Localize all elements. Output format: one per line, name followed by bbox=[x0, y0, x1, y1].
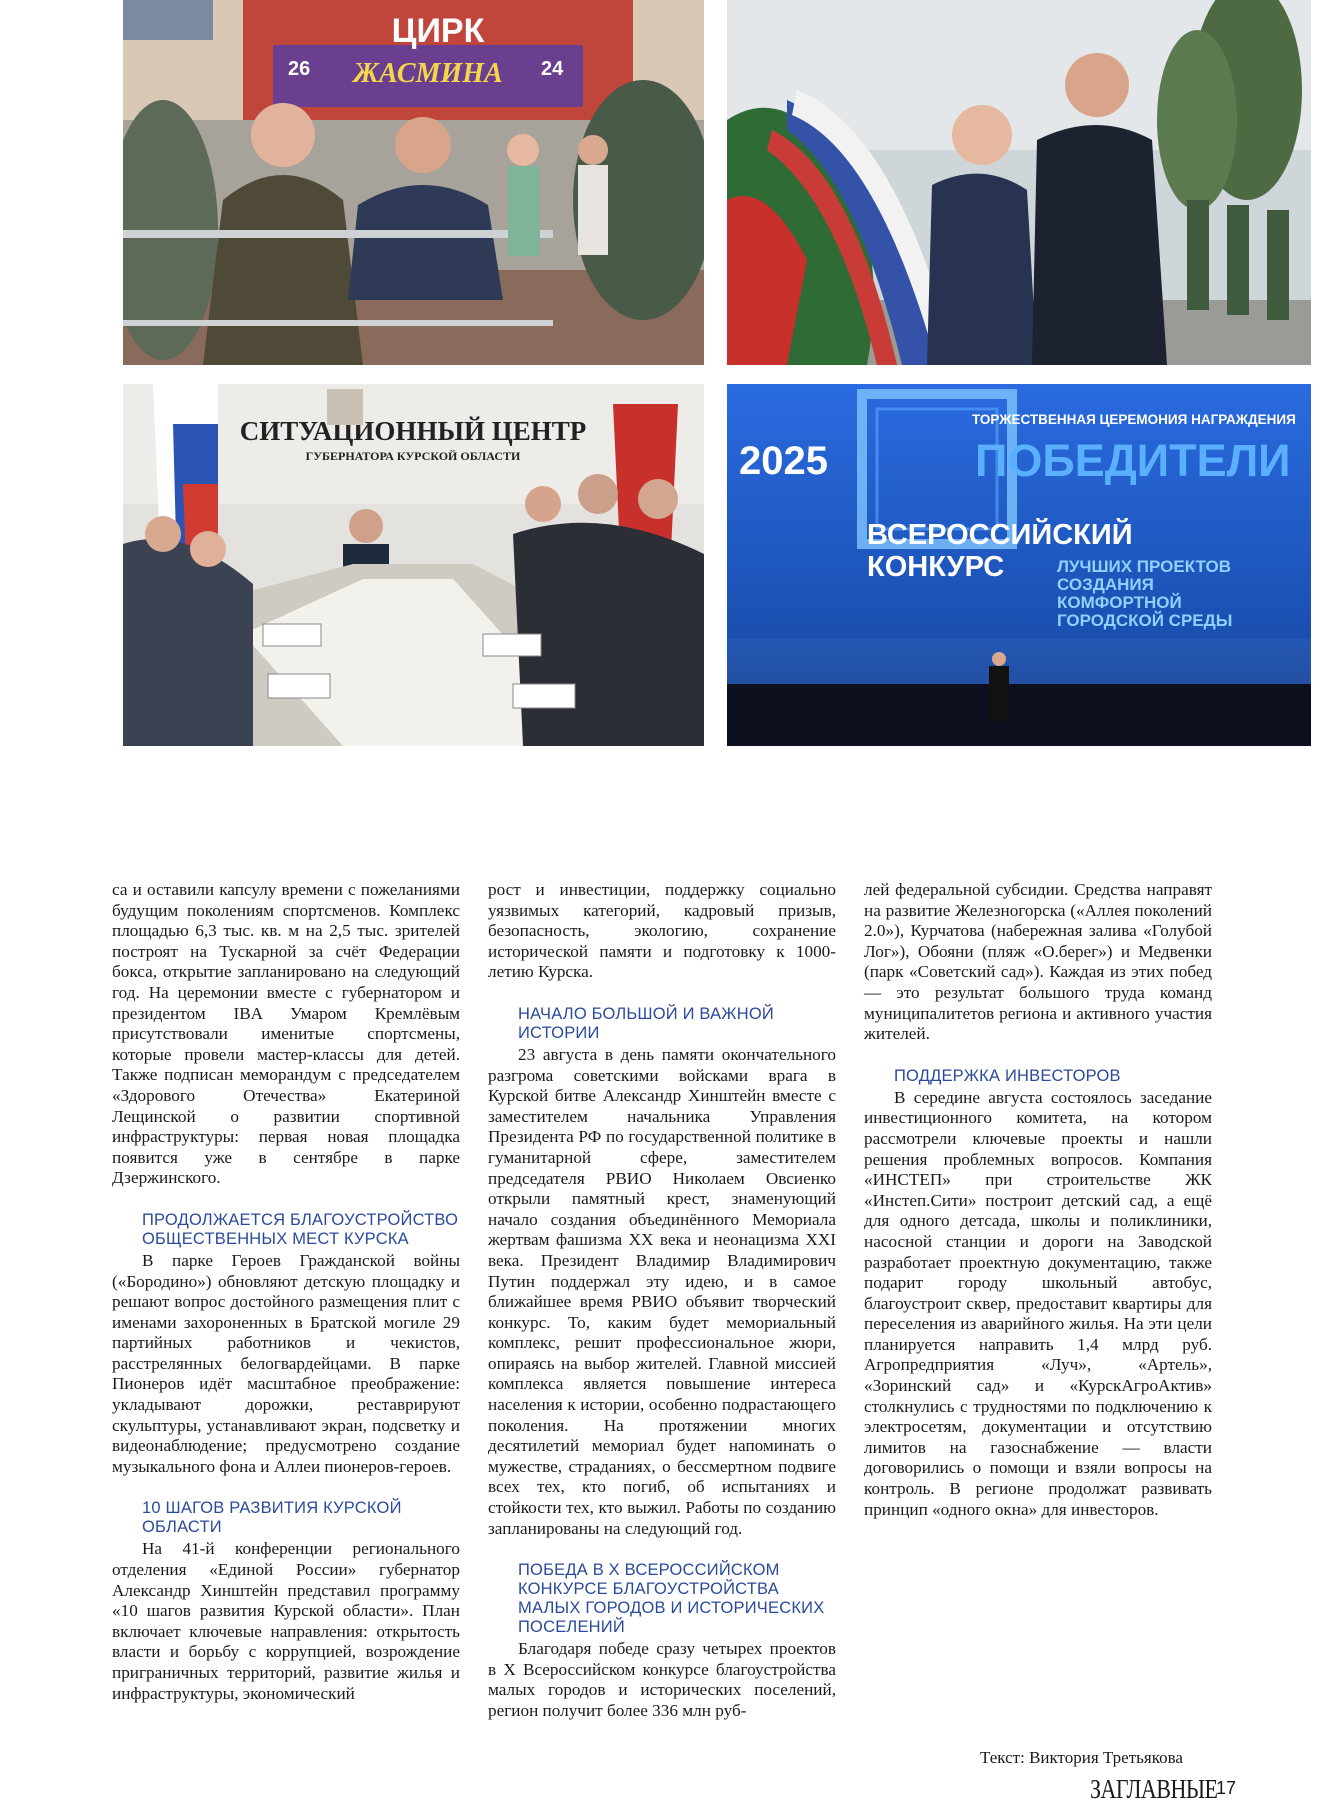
col3-paragraph-2: В середине августа состоялось заседание … bbox=[864, 1087, 1212, 1519]
col1-heading-improvement: Продолжается благоустройство общественны… bbox=[142, 1210, 459, 1248]
col2-paragraph-1: рост и инвестиции, поддержку социально у… bbox=[488, 880, 836, 982]
award-ceremony-label: ТОРЖЕСТВЕННАЯ ЦЕРЕМОНИЯ НАГРАЖДЕНИЯ bbox=[972, 412, 1296, 427]
col1-heading-10-steps: 10 шагов развития Курской области bbox=[142, 1499, 402, 1537]
col2-heading-contest: Победа в X Всероссийском конкурсе благоу… bbox=[518, 1561, 825, 1637]
col2-paragraph-3: Благодаря победе сразу четырех проектов … bbox=[488, 1639, 836, 1720]
article-column-2: рост и инвестиции, поддержку социально у… bbox=[488, 880, 836, 1722]
award-sub-line3: КОМФОРТНОЙ bbox=[1057, 593, 1182, 612]
award-contest-line2: КОНКУРС bbox=[867, 551, 1004, 583]
award-sub-line1: ЛУЧШИХ ПРОЕКТОВ bbox=[1057, 557, 1231, 576]
circus-sign: ЦИРК bbox=[392, 12, 485, 50]
award-contest-line1: ВСЕРОССИЙСКИЙ bbox=[867, 517, 1133, 551]
circus-banner-date-right: 24 bbox=[541, 58, 564, 80]
col1-paragraph-3: На 41-й конференции регионального отделе… bbox=[112, 1539, 460, 1703]
situation-center-title: СИТУАЦИОННЫЙ ЦЕНТР bbox=[240, 416, 586, 446]
photo-situation-center: СИТУАЦИОННЫЙ ЦЕНТР ГУБЕРНАТОРА КУРСКОЙ О… bbox=[123, 384, 704, 746]
author-byline: Текст: Виктория Третьякова bbox=[980, 1748, 1183, 1767]
article-column-1: са и оставили капсулу времени с пожелани… bbox=[112, 880, 460, 1704]
page-number: 17 bbox=[1216, 1778, 1237, 1798]
article-column-3: лей федеральной субсидии. Средства напра… bbox=[864, 880, 1212, 1520]
photo-circus-crowd: ЦИРК ЖАСМИНА 26 24 bbox=[123, 0, 704, 365]
col1-paragraph-1: са и оставили капсулу времени с пожелани… bbox=[112, 880, 460, 1188]
col3-paragraph-1: лей федеральной субсидии. Средства напра… bbox=[864, 880, 1212, 1044]
col2-heading-history: Начало большой и важной истории bbox=[518, 1004, 774, 1042]
col3-heading-investors: Поддержка инвесторов bbox=[894, 1066, 1121, 1085]
award-sub-line2: СОЗДАНИЯ bbox=[1057, 575, 1154, 594]
award-sub-line4: ГОРОДСКОЙ СРЕДЫ bbox=[1057, 611, 1232, 630]
magazine-masthead: ЗАГЛАВНЫЕ bbox=[1090, 1772, 1218, 1804]
photo-award-ceremony: ТОРЖЕСТВЕННАЯ ЦЕРЕМОНИЯ НАГРАЖДЕНИЯ 2025… bbox=[727, 384, 1311, 746]
situation-center-subtitle: ГУБЕРНАТОРА КУРСКОЙ ОБЛАСТИ bbox=[306, 449, 521, 463]
col2-paragraph-2: 23 августа в день памяти окончательного … bbox=[488, 1044, 836, 1538]
award-year: 2025 bbox=[739, 439, 828, 483]
award-winners: ПОБЕДИТЕЛИ bbox=[975, 435, 1291, 486]
photo-wreath-laying bbox=[727, 0, 1311, 365]
col1-paragraph-2: В парке Героев Гражданской войны («Бород… bbox=[112, 1250, 460, 1476]
circus-banner-date-left: 26 bbox=[288, 58, 310, 80]
circus-banner-title: ЖАСМИНА bbox=[351, 58, 503, 89]
